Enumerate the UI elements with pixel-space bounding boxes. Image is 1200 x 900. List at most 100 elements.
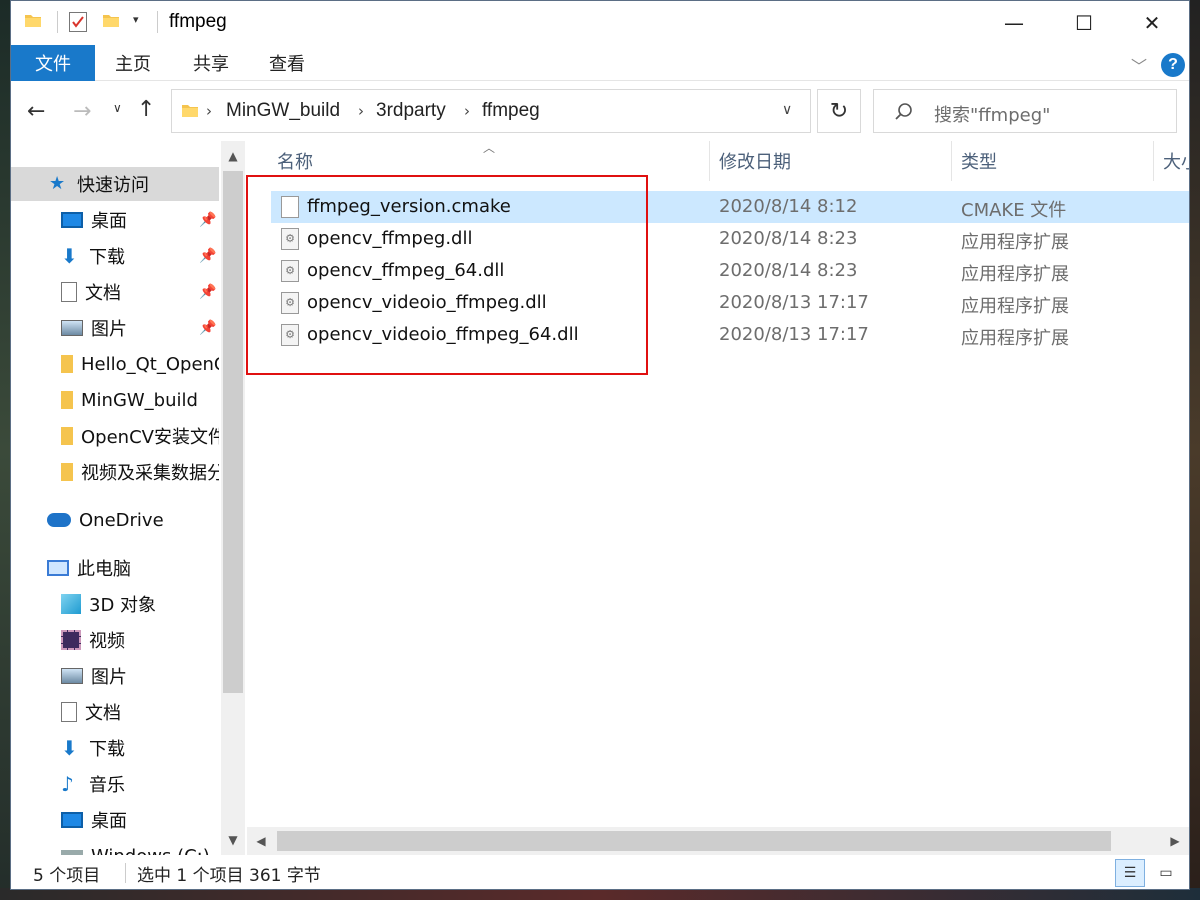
- column-header-date[interactable]: 修改日期: [719, 141, 791, 181]
- title-separator: [157, 11, 158, 33]
- up-arrow-icon[interactable]: ↑: [137, 97, 163, 125]
- title-bar: ▾ ffmpeg — ☐ ✕: [11, 1, 1189, 45]
- column-header-size[interactable]: 大小: [1163, 141, 1189, 181]
- sidebar-item-quick-access[interactable]: ★ 快速访问: [11, 167, 219, 201]
- sidebar-item-label: 此电脑: [77, 559, 131, 580]
- desktop-icon: [61, 212, 83, 228]
- download-icon: ⬇: [61, 244, 78, 268]
- customize-toolbar-icon[interactable]: ▾: [133, 13, 147, 33]
- video-icon: [61, 630, 81, 650]
- sidebar-item-music[interactable]: ♪ 音乐: [11, 767, 219, 801]
- folder-icon: [182, 105, 198, 117]
- breadcrumb-3rdparty[interactable]: 3rdparty: [376, 100, 446, 122]
- pin-icon: 📌: [199, 248, 217, 264]
- help-icon[interactable]: ?: [1161, 53, 1185, 77]
- file-date: 2020/8/13 17:17: [719, 324, 869, 345]
- file-date: 2020/8/14 8:23: [719, 228, 858, 249]
- explorer-window: ▾ ffmpeg — ☐ ✕ 文件 主页 共享 查看 ﹀ ? ← → ∨ ↑ ›…: [10, 0, 1190, 890]
- folder-icon: [61, 355, 73, 373]
- sidebar-item-3d-objects[interactable]: 3D 对象: [11, 587, 219, 621]
- sidebar-item-label: 桌面: [91, 811, 127, 832]
- breadcrumb-separator-icon[interactable]: ›: [358, 102, 364, 120]
- sidebar-item-documents[interactable]: 文档 📌: [11, 275, 219, 309]
- sidebar-item-onedrive[interactable]: OneDrive: [11, 503, 219, 537]
- sidebar-item-pc-desktop[interactable]: 桌面: [11, 803, 219, 837]
- breadcrumb-separator-icon[interactable]: ›: [464, 102, 470, 120]
- sidebar-item-pc-pictures[interactable]: 图片: [11, 659, 219, 693]
- address-bar[interactable]: › MinGW_build › 3rdparty › ffmpeg ∨: [171, 89, 811, 133]
- minimize-button[interactable]: —: [991, 1, 1037, 45]
- column-divider[interactable]: [951, 141, 952, 181]
- computer-icon: [47, 560, 69, 576]
- document-icon: [61, 702, 77, 722]
- highlight-box: [246, 175, 648, 375]
- sidebar-item-drive-c[interactable]: Windows (C:): [11, 839, 219, 855]
- file-type: 应用程序扩展: [961, 296, 1069, 317]
- sidebar-item-video-data[interactable]: 视频及采集数据分析: [11, 455, 219, 489]
- picture-icon: [61, 320, 83, 336]
- window-title: ffmpeg: [169, 11, 227, 32]
- tab-share[interactable]: 共享: [193, 45, 229, 81]
- tab-home[interactable]: 主页: [115, 45, 151, 81]
- scroll-right-icon[interactable]: ▶: [1161, 827, 1189, 855]
- pin-icon: 📌: [199, 212, 217, 228]
- column-divider[interactable]: [709, 141, 710, 181]
- sidebar-item-desktop[interactable]: 桌面 📌: [11, 203, 219, 237]
- scrollbar-thumb[interactable]: [223, 171, 243, 693]
- sidebar-scrollbar[interactable]: ▲ ▼: [221, 141, 245, 855]
- breadcrumb-mingw-build[interactable]: MinGW_build: [226, 100, 340, 122]
- details-view-icon[interactable]: ☰: [1115, 859, 1145, 887]
- download-icon: ⬇: [61, 736, 78, 760]
- close-button[interactable]: ✕: [1129, 1, 1175, 45]
- ribbon-tabs: 文件 主页 共享 查看 ﹀ ?: [11, 45, 1189, 81]
- sidebar-item-label: 图片: [91, 319, 127, 340]
- sidebar-item-mingw-build[interactable]: MinGW_build: [11, 383, 219, 417]
- back-arrow-icon[interactable]: ←: [27, 99, 57, 125]
- sidebar-item-videos[interactable]: 视频: [11, 623, 219, 657]
- new-folder-icon[interactable]: [103, 13, 119, 27]
- sidebar-item-label: 3D 对象: [89, 595, 157, 616]
- sidebar-item-hello-qt-opencv[interactable]: Hello_Qt_OpenCV: [11, 347, 219, 381]
- large-icons-view-icon[interactable]: ▭: [1151, 859, 1181, 887]
- quick-access-separator: [57, 11, 58, 33]
- cloud-icon: [47, 513, 71, 527]
- tab-view[interactable]: 查看: [269, 45, 305, 81]
- forward-arrow-icon[interactable]: →: [73, 99, 103, 125]
- search-box[interactable]: 搜索"ffmpeg": [873, 89, 1177, 133]
- column-divider[interactable]: [1153, 141, 1154, 181]
- breadcrumb-separator-icon[interactable]: ›: [206, 102, 212, 120]
- cube-icon: [61, 594, 81, 614]
- pin-icon: 📌: [199, 320, 217, 336]
- address-history-icon[interactable]: ∨: [782, 102, 792, 118]
- sidebar-item-pc-downloads[interactable]: ⬇ 下载: [11, 731, 219, 765]
- sidebar-item-label: 视频及采集数据分析: [81, 463, 219, 484]
- horizontal-scrollbar[interactable]: ◀ ▶: [247, 827, 1189, 855]
- expand-ribbon-icon[interactable]: ﹀: [1131, 53, 1147, 77]
- star-icon: ★: [49, 173, 66, 194]
- sidebar-item-this-pc[interactable]: 此电脑: [11, 551, 219, 585]
- properties-icon[interactable]: [69, 12, 87, 32]
- column-header-type[interactable]: 类型: [961, 141, 997, 181]
- recent-locations-icon[interactable]: ∨: [113, 101, 129, 123]
- sidebar-item-label: 文档: [85, 703, 121, 724]
- document-icon: [61, 282, 77, 302]
- navigation-pane: ★ 快速访问 桌面 📌 ⬇ 下载 📌 文档 📌 图片 📌 Hello_Qt_Op…: [11, 141, 247, 855]
- refresh-icon[interactable]: ↻: [817, 89, 861, 133]
- scrollbar-thumb[interactable]: [277, 831, 1111, 851]
- music-icon: ♪: [61, 772, 74, 796]
- sidebar-item-opencv-install[interactable]: OpenCV安装文件: [11, 419, 219, 453]
- sidebar-item-pc-documents[interactable]: 文档: [11, 695, 219, 729]
- item-count: 5 个项目: [33, 866, 101, 886]
- tab-file[interactable]: 文件: [11, 45, 95, 81]
- sidebar-item-pictures[interactable]: 图片 📌: [11, 311, 219, 345]
- search-icon: [894, 102, 914, 122]
- breadcrumb-ffmpeg[interactable]: ffmpeg: [482, 100, 540, 122]
- sidebar-item-label: 桌面: [91, 211, 127, 232]
- maximize-button[interactable]: ☐: [1061, 1, 1107, 45]
- scroll-down-icon[interactable]: ▼: [221, 825, 245, 855]
- scroll-left-icon[interactable]: ◀: [247, 827, 275, 855]
- scroll-up-icon[interactable]: ▲: [221, 141, 245, 171]
- pin-icon: 📌: [199, 284, 217, 300]
- sidebar-item-downloads[interactable]: ⬇ 下载 📌: [11, 239, 219, 273]
- search-placeholder: 搜索"ffmpeg": [934, 105, 1051, 126]
